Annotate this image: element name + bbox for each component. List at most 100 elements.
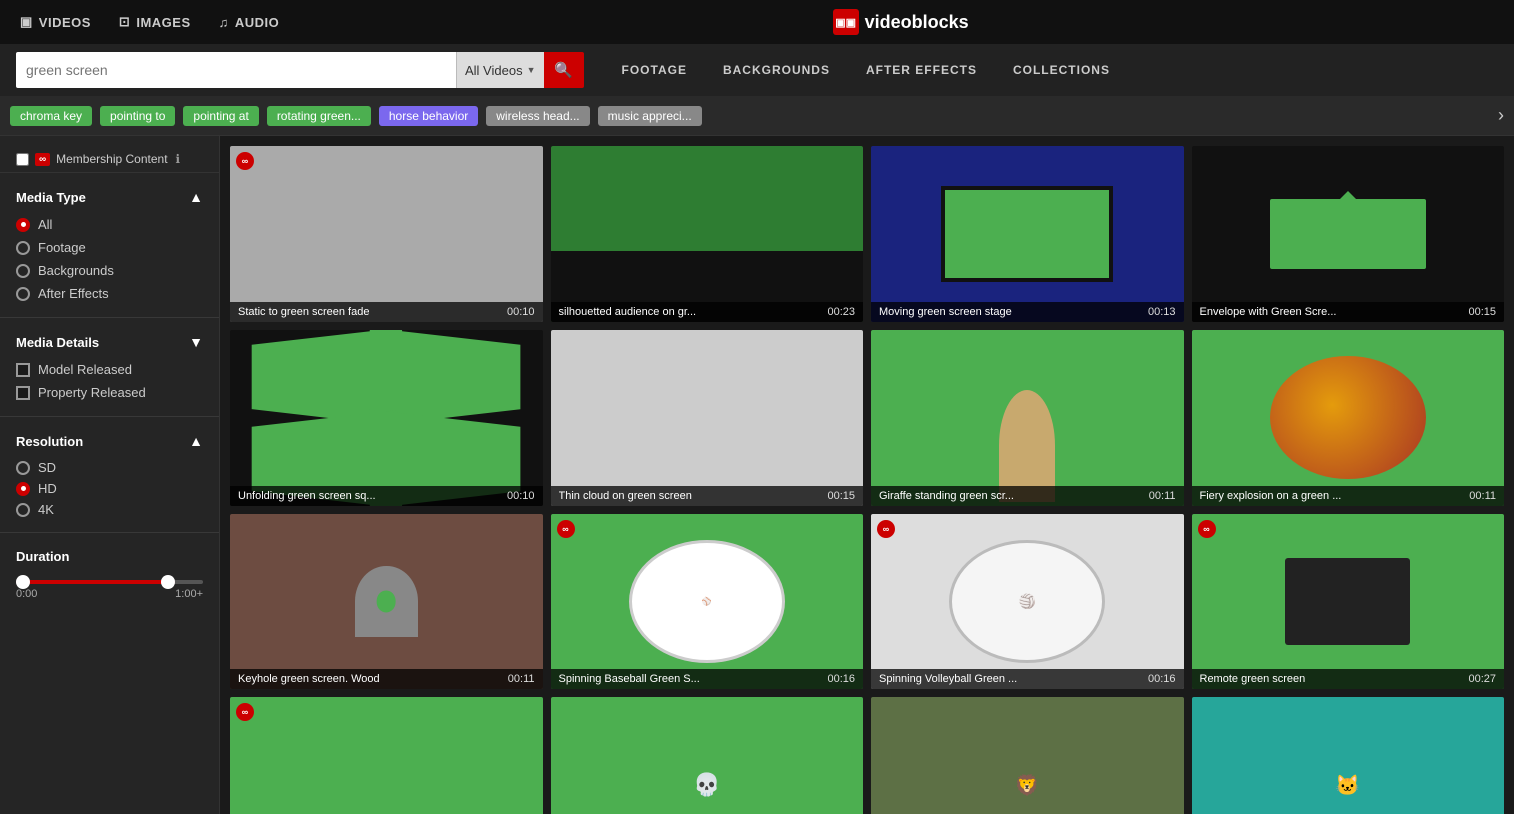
duration-thumb-left[interactable]	[16, 575, 30, 589]
video-thumbnail	[551, 146, 864, 322]
video-card[interactable]: Thin cloud on green screen 00:15	[551, 330, 864, 506]
video-thumbnail	[871, 330, 1184, 506]
nav-after-effects[interactable]: AFTER EFFECTS	[848, 44, 995, 96]
video-title: Thin cloud on green screen	[559, 490, 820, 502]
property-released-item[interactable]: Property Released	[16, 381, 203, 404]
tag-pointing-to[interactable]: pointing to	[100, 106, 175, 126]
video-thumbnail	[230, 514, 543, 690]
video-card[interactable]: Keyhole green screen. Wood 00:11	[230, 514, 543, 690]
nav-footage[interactable]: FOOTAGE	[604, 44, 705, 96]
tag-rotating-green[interactable]: rotating green...	[267, 106, 371, 126]
video-meta: Envelope with Green Scre... 00:15	[1192, 302, 1505, 322]
video-thumbnail: 🏐	[871, 514, 1184, 690]
cc-badge: ∞	[877, 520, 895, 538]
collapse-resolution-icon[interactable]: ▲	[189, 433, 203, 449]
video-card[interactable]: Envelope with Green Scre... 00:15	[1192, 146, 1505, 322]
resolution-header: Resolution ▲	[16, 433, 203, 449]
video-card[interactable]: 🏐 ∞ Spinning Volleyball Green ... 00:16	[871, 514, 1184, 690]
tag-wireless-head[interactable]: wireless head...	[486, 106, 589, 126]
video-card[interactable]: ∞ Falling Bullets Green Screen 00:16	[230, 697, 543, 814]
duration-header: Duration	[16, 549, 203, 564]
tag-horse-behavior[interactable]: horse behavior	[379, 106, 478, 126]
media-type-after-effects[interactable]: After Effects	[16, 282, 203, 305]
duration-thumb-right[interactable]	[161, 575, 175, 589]
video-card[interactable]: 🐱 ginger kitten on green scre... 00:08	[1192, 697, 1505, 814]
radio-after-effects	[16, 287, 30, 301]
video-thumbnail	[230, 330, 543, 506]
video-card[interactable]: Unfolding green screen sq... 00:10	[230, 330, 543, 506]
video-meta: Remote green screen 00:27	[1192, 669, 1505, 689]
video-thumbnail	[551, 330, 864, 506]
content-area: ∞ Static to green screen fade 00:10 silh…	[220, 136, 1514, 814]
duration-slider[interactable]	[16, 580, 203, 584]
logo[interactable]: ▣▣ videoblocks	[833, 9, 969, 35]
video-title: Moving green screen stage	[879, 306, 1140, 318]
video-thumbnail: ⚾	[551, 514, 864, 690]
video-title: silhouetted audience on gr...	[559, 306, 820, 318]
search-bar: All Videos ▼ 🔍 FOOTAGE BACKGROUNDS AFTER…	[0, 44, 1514, 96]
media-type-section: Media Type ▲ All Footage Backgrounds Aft…	[0, 179, 219, 311]
nav-images[interactable]: ⊡ IMAGES	[119, 14, 191, 30]
video-card[interactable]: ⚾ ∞ Spinning Baseball Green S... 00:16	[551, 514, 864, 690]
video-title: Envelope with Green Scre...	[1200, 306, 1461, 318]
radio-footage	[16, 241, 30, 255]
sidebar: ∞ Membership Content ℹ Media Type ▲ All …	[0, 136, 220, 814]
video-duration: 00:13	[1148, 306, 1176, 318]
radio-backgrounds	[16, 264, 30, 278]
search-type-select[interactable]: All Videos ▼	[456, 52, 544, 88]
cc-badge: ∞	[1198, 520, 1216, 538]
video-meta: Unfolding green screen sq... 00:10	[230, 486, 543, 506]
media-type-all[interactable]: All	[16, 213, 203, 236]
video-title: Static to green screen fade	[238, 306, 499, 318]
search-button[interactable]: 🔍	[544, 52, 584, 88]
media-type-footage[interactable]: Footage	[16, 236, 203, 259]
video-card[interactable]: Moving green screen stage 00:13	[871, 146, 1184, 322]
video-title: Spinning Volleyball Green ...	[879, 673, 1140, 685]
video-meta: Spinning Baseball Green S... 00:16	[551, 669, 864, 689]
duration-labels: 0:00 1:00+	[16, 588, 203, 600]
video-card[interactable]: 💀 Skeleton creeping green s... 00:12	[551, 697, 864, 814]
tag-chroma-key[interactable]: chroma key	[10, 106, 92, 126]
video-card[interactable]: ∞ Remote green screen 00:27	[1192, 514, 1505, 690]
tag-pointing-at[interactable]: pointing at	[183, 106, 258, 126]
video-thumbnail	[1192, 514, 1505, 690]
tag-music-appre[interactable]: music appreci...	[598, 106, 702, 126]
next-arrow-icon[interactable]: ›	[1498, 105, 1504, 126]
video-card[interactable]: 🦁 Lion footage, green screen. 00:29	[871, 697, 1184, 814]
video-card[interactable]: Giraffe standing green scr... 00:11	[871, 330, 1184, 506]
membership-checkbox[interactable]	[16, 153, 29, 166]
video-card[interactable]: Fiery explosion on a green ... 00:11	[1192, 330, 1505, 506]
video-meta: Keyhole green screen. Wood 00:11	[230, 669, 543, 689]
video-thumbnail	[871, 146, 1184, 322]
video-duration: 00:27	[1468, 673, 1496, 685]
video-title: Keyhole green screen. Wood	[238, 673, 500, 685]
collapse-media-details-icon[interactable]: ▼	[189, 334, 203, 350]
video-duration: 00:23	[827, 306, 855, 318]
search-input[interactable]	[26, 62, 446, 78]
resolution-hd[interactable]: HD	[16, 478, 203, 499]
nav-videos[interactable]: ▣ VIDEOS	[20, 14, 91, 30]
video-thumbnail	[230, 146, 543, 322]
nav-backgrounds[interactable]: BACKGROUNDS	[705, 44, 848, 96]
video-thumbnail	[1192, 330, 1505, 506]
video-duration: 00:11	[1149, 490, 1176, 502]
video-title: Unfolding green screen sq...	[238, 490, 499, 502]
nav-collections[interactable]: COLLECTIONS	[995, 44, 1128, 96]
video-card[interactable]: ∞ Static to green screen fade 00:10	[230, 146, 543, 322]
video-card[interactable]: silhouetted audience on gr... 00:23	[551, 146, 864, 322]
video-duration: 00:16	[1148, 673, 1176, 685]
resolution-sd[interactable]: SD	[16, 457, 203, 478]
nav-audio[interactable]: ♫ AUDIO	[219, 15, 280, 30]
resolution-4k[interactable]: 4K	[16, 499, 203, 520]
video-duration: 00:10	[507, 490, 535, 502]
image-icon: ⊡	[119, 14, 130, 30]
search-nav: FOOTAGE BACKGROUNDS AFTER EFFECTS COLLEC…	[604, 44, 1128, 96]
main-layout: ∞ Membership Content ℹ Media Type ▲ All …	[0, 136, 1514, 814]
model-released-checkbox[interactable]	[16, 363, 30, 377]
radio-hd	[16, 482, 30, 496]
model-released-item[interactable]: Model Released	[16, 358, 203, 381]
media-type-backgrounds[interactable]: Backgrounds	[16, 259, 203, 282]
collapse-icon[interactable]: ▲	[189, 189, 203, 205]
property-released-checkbox[interactable]	[16, 386, 30, 400]
video-duration: 00:15	[827, 490, 855, 502]
